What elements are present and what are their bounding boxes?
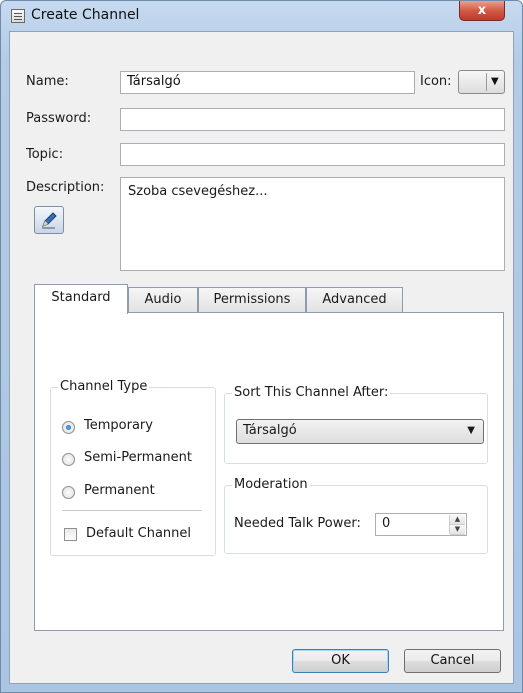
password-field[interactable] — [120, 108, 505, 131]
talk-power-spinner[interactable]: 0 ▲ ▼ — [375, 513, 467, 536]
password-label: Password: — [26, 111, 92, 126]
tab-permissions[interactable]: Permissions — [198, 287, 306, 313]
spin-down-icon[interactable]: ▼ — [450, 525, 465, 535]
radio-permanent[interactable] — [62, 486, 75, 499]
default-channel-checkbox[interactable] — [64, 528, 77, 541]
title-bar[interactable]: Create Channel x — [1, 1, 522, 31]
channel-type-title: Channel Type — [58, 379, 150, 394]
radio-semi-permanent[interactable] — [62, 453, 75, 466]
window-title: Create Channel — [31, 7, 140, 23]
edit-description-button[interactable] — [34, 206, 64, 234]
ok-button[interactable]: OK — [292, 649, 389, 673]
pen-icon — [42, 212, 57, 229]
description-textarea[interactable]: Szoba csevegéshez... — [120, 177, 505, 271]
talk-power-label: Needed Talk Power: — [234, 516, 361, 531]
permanent-label[interactable]: Permanent — [84, 483, 155, 498]
description-label: Description: — [26, 180, 105, 195]
icon-picker-dropdown[interactable]: ▼ — [458, 70, 505, 94]
tab-advanced[interactable]: Advanced — [306, 287, 403, 313]
radio-temporary[interactable] — [62, 421, 75, 434]
sort-after-dropdown[interactable]: Társalgó ▼ — [236, 419, 484, 444]
app-window-icon — [11, 9, 25, 23]
tab-standard[interactable]: Standard — [34, 284, 128, 314]
close-button[interactable]: x — [459, 1, 505, 21]
default-channel-label[interactable]: Default Channel — [86, 526, 191, 541]
chevron-down-icon: ▼ — [491, 76, 499, 87]
create-channel-window: Create Channel x Name: Társalgó Icon: ▼ … — [0, 0, 523, 693]
icon-picker-separator — [486, 73, 487, 91]
tab-audio[interactable]: Audio — [128, 287, 198, 313]
temporary-label[interactable]: Temporary — [84, 418, 153, 433]
topic-label: Topic: — [26, 147, 64, 162]
chevron-down-icon: ▼ — [467, 425, 475, 436]
name-label: Name: — [26, 74, 69, 89]
name-field[interactable]: Társalgó — [120, 71, 415, 94]
talk-power-value: 0 — [382, 516, 391, 531]
channel-type-divider — [62, 510, 202, 511]
spinner-buttons: ▲ ▼ — [449, 515, 465, 535]
sort-after-title: Sort This Channel After: — [232, 385, 391, 400]
icon-label: Icon: — [420, 74, 452, 89]
semi-permanent-label[interactable]: Semi-Permanent — [84, 450, 192, 465]
spin-up-icon[interactable]: ▲ — [450, 515, 465, 525]
moderation-title: Moderation — [232, 477, 310, 492]
sort-after-selected: Társalgó — [243, 423, 297, 438]
cancel-button[interactable]: Cancel — [404, 649, 501, 673]
dialog-body: Name: Társalgó Icon: ▼ Password: Topic: … — [9, 31, 514, 684]
topic-field[interactable] — [120, 143, 505, 166]
